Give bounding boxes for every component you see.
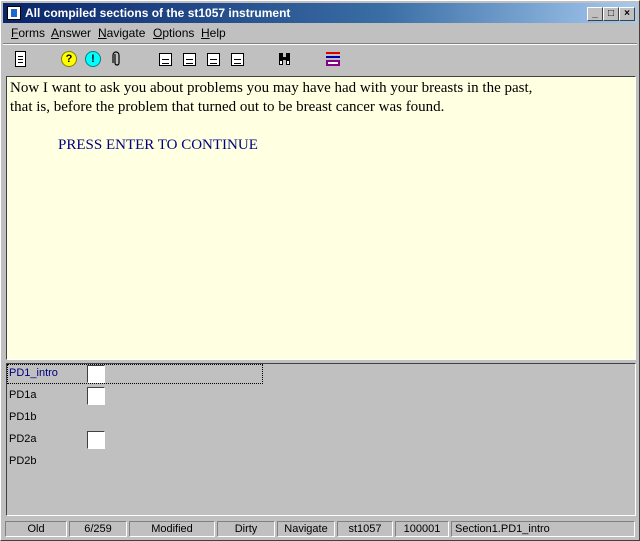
close-button[interactable]: × [619, 7, 635, 21]
menu-options[interactable]: Options [153, 26, 194, 40]
flag-icon[interactable] [325, 51, 341, 67]
field-label: PD1b [9, 411, 37, 423]
field-row-pd1b[interactable]: PD1b [7, 408, 263, 428]
field-row-pd1-intro[interactable]: PD1_intro [7, 364, 263, 384]
field-row-pd1a[interactable]: PD1a [7, 386, 263, 406]
frame-last-icon[interactable] [231, 53, 244, 66]
page-icon[interactable] [15, 51, 26, 67]
paperclip-icon[interactable] [109, 51, 125, 67]
toolbar: ? ! [3, 45, 637, 73]
field-list-pane: PD1_intro PD1a PD1b PD2a PD2b [6, 363, 636, 516]
title-bar[interactable]: All compiled sections of the st1057 inst… [3, 3, 637, 23]
status-modified: Modified [129, 521, 215, 537]
status-case-id: 100001 [395, 521, 449, 537]
status-field-path: Section1.PD1_intro [451, 521, 635, 537]
menu-help[interactable]: Help [201, 26, 226, 40]
answer-input[interactable] [87, 387, 105, 405]
window-title: All compiled sections of the st1057 inst… [25, 6, 291, 20]
menu-answer[interactable]: Answer [51, 26, 91, 40]
status-dirty: Dirty [217, 521, 275, 537]
menu-navigate[interactable]: Navigate [98, 26, 145, 40]
status-mode: Navigate [277, 521, 335, 537]
status-record-state: Old [5, 521, 67, 537]
question-text-line-2: that is, before the problem that turned … [10, 99, 445, 115]
minimize-button[interactable]: _ [587, 7, 603, 21]
field-label: PD1a [9, 389, 37, 401]
maximize-button[interactable]: □ [603, 7, 619, 21]
field-row-pd2b[interactable]: PD2b [7, 452, 263, 472]
question-panel: Now I want to ask you about problems you… [6, 76, 636, 360]
question-help-icon[interactable]: ? [61, 51, 77, 67]
frame-next-icon[interactable] [207, 53, 220, 66]
field-label: PD2b [9, 455, 37, 467]
status-instrument: st1057 [337, 521, 393, 537]
answer-input[interactable] [87, 365, 105, 383]
field-label: PD1_intro [9, 367, 58, 379]
question-text-line-1: Now I want to ask you about problems you… [10, 80, 533, 96]
status-page-count: 6/259 [69, 521, 127, 537]
frame-first-icon[interactable] [159, 53, 172, 66]
field-label: PD2a [9, 433, 37, 445]
exclamation-icon[interactable]: ! [85, 51, 101, 67]
frame-prev-icon[interactable] [183, 53, 196, 66]
application-window: All compiled sections of the st1057 inst… [0, 0, 640, 541]
menu-bar: Forms Answer Navigate Options Help [3, 24, 637, 42]
binoculars-icon[interactable] [277, 51, 293, 67]
field-row-pd2a[interactable]: PD2a [7, 430, 263, 450]
app-icon[interactable] [7, 6, 21, 20]
press-enter-instruction: PRESS ENTER TO CONTINUE [58, 137, 258, 153]
menu-forms[interactable]: Forms [11, 26, 45, 40]
status-bar: Old 6/259 Modified Dirty Navigate st1057… [3, 519, 637, 538]
answer-input[interactable] [87, 431, 105, 449]
